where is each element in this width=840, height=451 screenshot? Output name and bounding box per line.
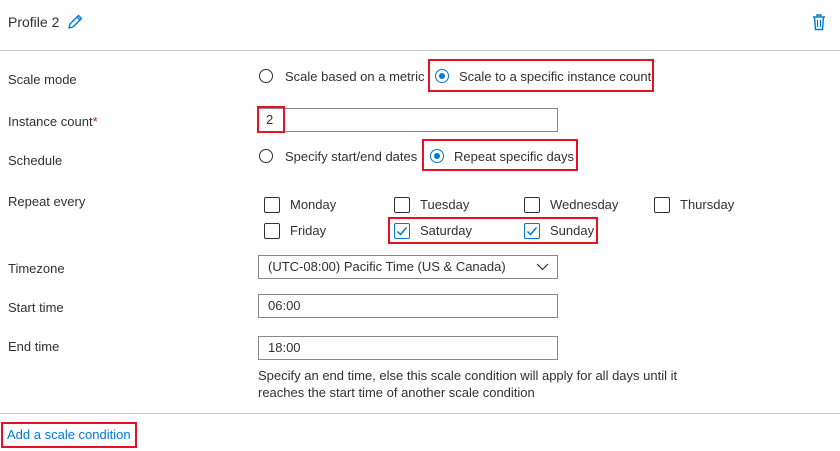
repeat-every-label: Repeat every <box>8 194 86 209</box>
chevron-down-icon <box>536 263 549 271</box>
footer-divider <box>0 413 840 414</box>
day-label-thursday: Thursday <box>680 197 735 212</box>
pencil-icon[interactable] <box>66 13 84 31</box>
schedule-label: Schedule <box>8 153 63 168</box>
instance-count-value: 2 <box>266 112 274 127</box>
schedule-dates-radio[interactable] <box>259 149 273 163</box>
schedule-repeat-radio[interactable] <box>430 149 444 163</box>
scale-instance-count-radio[interactable] <box>435 69 449 83</box>
checkbox-sunday[interactable] <box>524 223 540 239</box>
checkbox-tuesday[interactable] <box>394 197 410 213</box>
end-time-input[interactable]: 18:00 <box>258 336 558 360</box>
scale-instance-count-label: Scale to a specific instance count <box>459 69 652 84</box>
checkbox-friday[interactable] <box>264 223 280 239</box>
instance-count-input[interactable] <box>258 108 558 132</box>
start-time-label: Start time <box>8 300 64 315</box>
instance-count-label: Instance count* <box>8 114 98 129</box>
start-time-input[interactable]: 06:00 <box>258 294 558 318</box>
header-divider <box>0 50 840 51</box>
timezone-select[interactable]: (UTC-08:00) Pacific Time (US & Canada) <box>258 255 558 279</box>
end-time-label: End time <box>8 339 60 354</box>
schedule-dates-label: Specify start/end dates <box>285 149 418 164</box>
scale-metric-label: Scale based on a metric <box>285 69 425 84</box>
check-icon <box>526 227 538 236</box>
checkbox-wednesday[interactable] <box>524 197 540 213</box>
scale-metric-radio[interactable] <box>259 69 273 83</box>
profile-title: Profile 2 <box>8 14 60 30</box>
trash-icon[interactable] <box>811 13 827 31</box>
add-scale-condition-link[interactable]: Add a scale condition <box>7 427 131 442</box>
day-label-friday: Friday <box>290 223 327 238</box>
checkbox-thursday[interactable] <box>654 197 670 213</box>
schedule-repeat-label: Repeat specific days <box>454 149 574 164</box>
end-time-help-text: Specify an end time, else this scale con… <box>258 368 678 400</box>
day-label-sunday: Sunday <box>550 223 595 238</box>
day-label-saturday: Saturday <box>420 223 473 238</box>
checkbox-monday[interactable] <box>264 197 280 213</box>
check-icon <box>396 227 408 236</box>
timezone-value: (UTC-08:00) Pacific Time (US & Canada) <box>268 259 506 274</box>
scale-mode-label: Scale mode <box>8 72 77 87</box>
day-label-tuesday: Tuesday <box>420 197 470 212</box>
timezone-label: Timezone <box>8 261 65 276</box>
checkbox-saturday[interactable] <box>394 223 410 239</box>
day-label-monday: Monday <box>290 197 337 212</box>
day-label-wednesday: Wednesday <box>550 197 619 212</box>
